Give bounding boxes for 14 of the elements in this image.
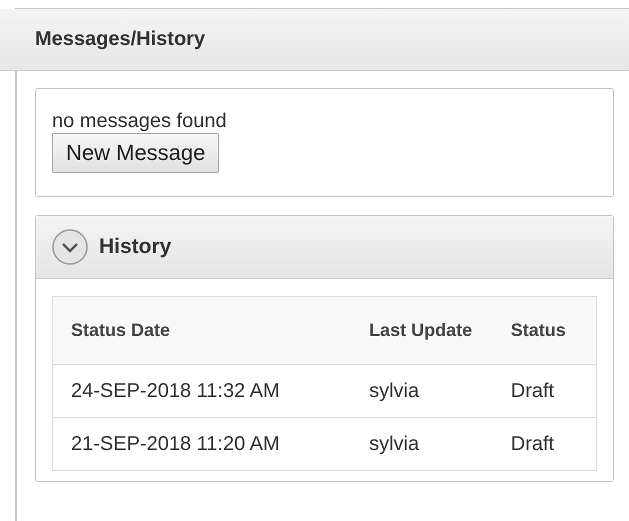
column-header: Status Date (52, 296, 352, 364)
table-cell: Draft (510, 364, 596, 418)
panel-title: Messages/History (35, 28, 206, 51)
empty-message: no messages found (52, 109, 227, 133)
table-cell: sylvia (351, 418, 511, 470)
table-cell: 21-SEP-2018 11:20 AM (52, 418, 352, 470)
table-cell: Draft (510, 418, 596, 470)
new-message-button[interactable]: New Message (52, 133, 220, 173)
chevron-icon[interactable] (51, 228, 89, 266)
table-cell: 24-SEP-2018 11:32 AM (52, 364, 352, 418)
history-title: History (99, 235, 172, 259)
table-cell: sylvia (351, 364, 511, 418)
column-header: Last Update (351, 296, 511, 364)
column-header: Status (510, 296, 596, 364)
